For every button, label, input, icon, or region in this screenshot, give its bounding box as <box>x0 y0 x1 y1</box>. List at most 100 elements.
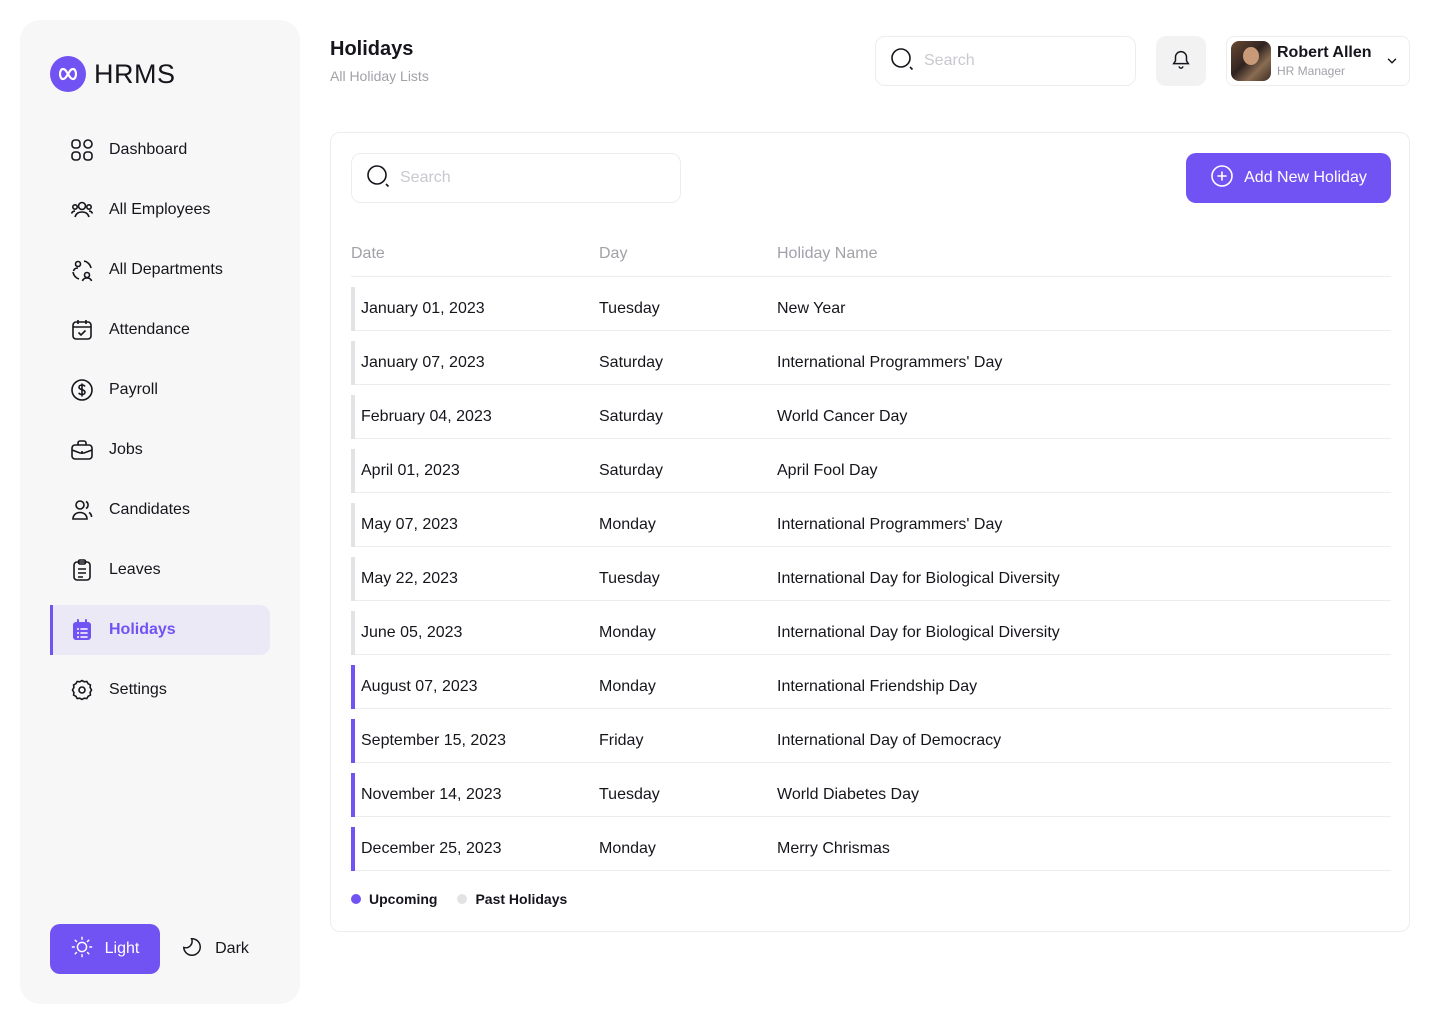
legend-past-label: Past Holidays <box>475 891 568 907</box>
briefcase-icon <box>70 438 94 462</box>
departments-icon <box>70 258 94 282</box>
status-marker <box>351 773 355 817</box>
holiday-name: International Day for Biological Diversi… <box>777 624 1060 641</box>
holiday-name: New Year <box>777 300 846 317</box>
page-title: Holidays <box>330 38 414 60</box>
table-row[interactable]: November 14, 2023 Tuesday World Diabetes… <box>351 763 1391 817</box>
holiday-table-body: January 01, 2023 Tuesday New Year Januar… <box>351 277 1391 871</box>
table-row[interactable]: January 01, 2023 Tuesday New Year <box>351 277 1391 331</box>
sidebar-item-payroll[interactable]: Payroll <box>50 365 270 415</box>
sidebar-nav: Dashboard All Employees All Departments … <box>50 125 270 725</box>
sidebar-item-settings[interactable]: Settings <box>50 665 270 715</box>
sidebar-item-holidays[interactable]: Holidays <box>50 605 270 655</box>
table-row[interactable]: May 22, 2023 Tuesday International Day f… <box>351 547 1391 601</box>
holiday-date: September 15, 2023 <box>361 732 506 749</box>
sidebar-item-dashboard[interactable]: Dashboard <box>50 125 270 175</box>
add-new-holiday-button[interactable]: Add New Holiday <box>1186 153 1391 203</box>
holiday-day: Monday <box>599 624 656 641</box>
table-row[interactable]: April 01, 2023 Saturday April Fool Day <box>351 439 1391 493</box>
table-row[interactable]: August 07, 2023 Monday International Fri… <box>351 655 1391 709</box>
holiday-name: International Day of Democracy <box>777 732 1002 749</box>
past-dot <box>457 894 468 904</box>
sidebar-item-label: All Departments <box>109 261 223 278</box>
avatar <box>1231 41 1271 81</box>
holiday-date: January 07, 2023 <box>361 354 485 371</box>
header-search <box>875 36 1136 86</box>
sun-icon <box>71 936 93 963</box>
brand-name: HRMS <box>94 58 176 89</box>
user-profile-menu[interactable]: Robert Allen HR Manager <box>1226 36 1410 86</box>
table-header: Date Day Holiday Name <box>351 235 1391 277</box>
table-row[interactable]: May 07, 2023 Monday International Progra… <box>351 493 1391 547</box>
calendar-list-icon <box>70 618 94 642</box>
user-name: Robert Allen <box>1277 44 1372 61</box>
status-marker <box>351 395 355 439</box>
holiday-name: International Programmers' Day <box>777 354 1003 371</box>
page-subtitle: All Holiday Lists <box>330 68 429 84</box>
search-icon <box>890 47 914 76</box>
sidebar-item-candidates[interactable]: Candidates <box>50 485 270 535</box>
users-icon <box>70 198 94 222</box>
brand-logo[interactable]: HRMS <box>50 56 176 92</box>
holiday-search-input[interactable] <box>400 169 580 187</box>
holiday-day: Friday <box>599 732 644 749</box>
holiday-day: Monday <box>599 678 656 695</box>
sidebar: HRMS Dashboard All Employees All Departm… <box>20 20 300 1004</box>
holiday-name: International Programmers' Day <box>777 516 1003 533</box>
light-theme-button[interactable]: Light <box>50 924 160 974</box>
status-legend: Upcoming Past Holidays <box>351 891 567 907</box>
sidebar-item-all-departments[interactable]: All Departments <box>50 245 270 295</box>
holiday-day: Tuesday <box>599 300 660 317</box>
holiday-day: Monday <box>599 516 656 533</box>
bell-icon <box>1170 48 1192 75</box>
holiday-name: Merry Chrismas <box>777 840 890 857</box>
table-row[interactable]: September 15, 2023 Friday International … <box>351 709 1391 763</box>
table-row[interactable]: January 07, 2023 Saturday International … <box>351 331 1391 385</box>
status-marker <box>351 341 355 385</box>
holiday-date: May 07, 2023 <box>361 516 458 533</box>
column-header-date[interactable]: Date <box>351 245 385 263</box>
holiday-day: Tuesday <box>599 570 660 587</box>
dashboard-icon <box>70 138 94 162</box>
legend-upcoming: Upcoming <box>351 891 437 907</box>
holiday-date: January 01, 2023 <box>361 300 485 317</box>
holiday-name: World Diabetes Day <box>777 786 919 803</box>
holiday-date: November 14, 2023 <box>361 786 502 803</box>
holiday-day: Saturday <box>599 354 664 371</box>
status-marker <box>351 449 355 493</box>
holiday-name: World Cancer Day <box>777 408 908 425</box>
legend-past: Past Holidays <box>457 891 567 907</box>
status-marker <box>351 287 355 331</box>
holiday-name: April Fool Day <box>777 462 878 479</box>
sidebar-item-label: Payroll <box>109 381 158 398</box>
calendar-check-icon <box>70 318 94 342</box>
table-row[interactable]: June 05, 2023 Monday International Day f… <box>351 601 1391 655</box>
sidebar-item-label: Jobs <box>109 441 143 458</box>
light-theme-label: Light <box>104 940 140 957</box>
holiday-search <box>351 153 681 203</box>
user-role: HR Manager <box>1277 64 1346 78</box>
holiday-date: August 07, 2023 <box>361 678 478 695</box>
sidebar-item-all-employees[interactable]: All Employees <box>50 185 270 235</box>
dollar-circle-icon <box>70 378 94 402</box>
table-row[interactable]: December 25, 2023 Monday Merry Chrismas <box>351 817 1391 871</box>
sidebar-item-jobs[interactable]: Jobs <box>50 425 270 475</box>
add-new-holiday-label: Add New Holiday <box>1244 169 1367 186</box>
chevron-down-icon <box>1385 54 1399 73</box>
sidebar-item-label: Dashboard <box>109 141 188 158</box>
status-marker <box>351 557 355 601</box>
sidebar-item-leaves[interactable]: Leaves <box>50 545 270 595</box>
column-header-holiday-name[interactable]: Holiday Name <box>777 245 877 263</box>
status-marker <box>351 611 355 655</box>
header-search-input[interactable] <box>924 52 1104 70</box>
notifications-button[interactable] <box>1156 36 1206 86</box>
gear-icon <box>70 678 94 702</box>
holiday-day: Monday <box>599 840 656 857</box>
sidebar-item-attendance[interactable]: Attendance <box>50 305 270 355</box>
column-header-day[interactable]: Day <box>599 245 627 263</box>
add-circle-icon <box>1210 164 1234 193</box>
sidebar-item-label: Settings <box>109 681 167 698</box>
table-row[interactable]: February 04, 2023 Saturday World Cancer … <box>351 385 1391 439</box>
dark-theme-button[interactable]: Dark <box>160 924 270 974</box>
holidays-card: Add New Holiday Date Day Holiday Name Ja… <box>330 132 1410 932</box>
